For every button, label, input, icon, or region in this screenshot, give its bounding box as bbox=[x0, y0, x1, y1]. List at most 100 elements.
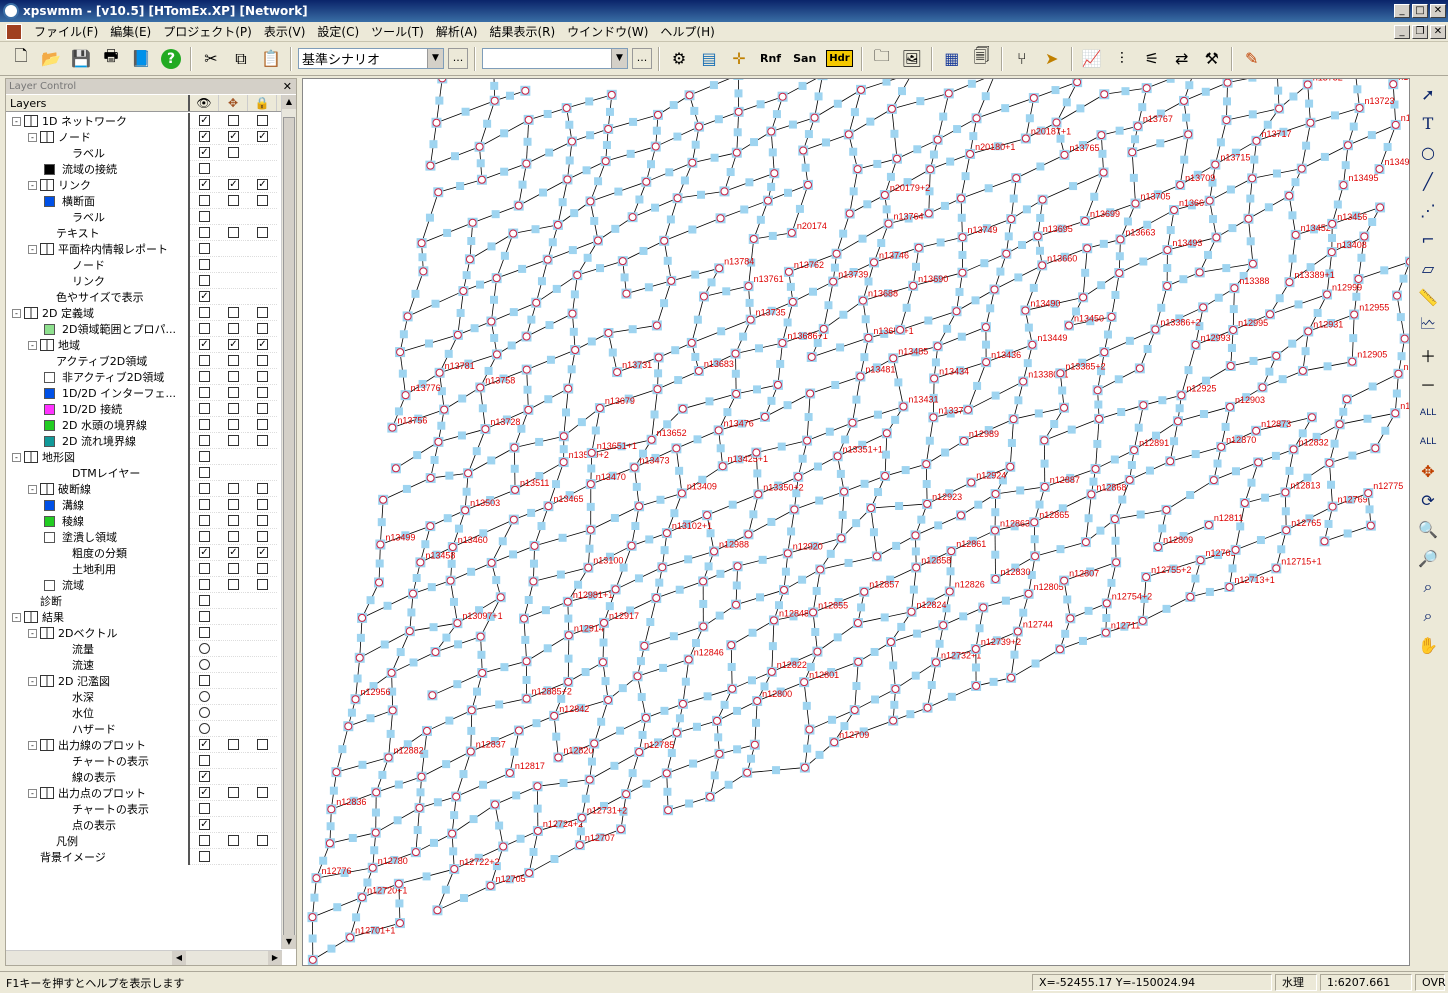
network-node[interactable] bbox=[787, 228, 796, 237]
layer-row[interactable]: 2D 流れ境界線 bbox=[6, 433, 282, 449]
select-arrow-icon[interactable]: ➚ bbox=[1415, 81, 1441, 107]
network-node[interactable] bbox=[784, 267, 793, 276]
layer-row[interactable]: - 地域 ✓ ✓ ✓ bbox=[6, 337, 282, 353]
network-node[interactable] bbox=[1354, 274, 1363, 283]
visibility-checkbox[interactable] bbox=[199, 419, 210, 430]
link-marker[interactable] bbox=[693, 435, 702, 444]
link-marker[interactable] bbox=[1226, 185, 1235, 194]
link-marker[interactable] bbox=[601, 677, 610, 686]
color-swatch[interactable] bbox=[44, 195, 55, 207]
network-node[interactable] bbox=[769, 616, 778, 625]
link-marker[interactable] bbox=[889, 661, 898, 670]
network-node[interactable] bbox=[1056, 369, 1065, 378]
network-node[interactable] bbox=[931, 658, 940, 667]
link-marker[interactable] bbox=[646, 617, 655, 626]
scroll-up-icon[interactable]: ▲ bbox=[282, 95, 296, 109]
link-marker[interactable] bbox=[838, 510, 847, 519]
link-marker[interactable] bbox=[740, 205, 749, 214]
link-marker[interactable] bbox=[487, 242, 496, 251]
scenario-select[interactable]: 基準シナリオ ▼ bbox=[298, 48, 444, 69]
network-node[interactable] bbox=[956, 511, 965, 520]
link-marker[interactable] bbox=[1035, 500, 1044, 509]
network-node[interactable] bbox=[595, 404, 604, 413]
network-node[interactable] bbox=[1030, 518, 1039, 527]
network-node[interactable] bbox=[1272, 564, 1281, 573]
network-node[interactable] bbox=[1281, 488, 1290, 497]
help-icon[interactable]: ? bbox=[159, 47, 183, 71]
link-marker[interactable] bbox=[616, 726, 625, 735]
link-marker[interactable] bbox=[1094, 400, 1103, 409]
network-node[interactable] bbox=[816, 565, 825, 574]
link-marker[interactable] bbox=[444, 349, 453, 358]
link-marker[interactable] bbox=[1036, 162, 1045, 171]
network-node[interactable] bbox=[1199, 303, 1208, 312]
layer-row[interactable]: 流域 bbox=[6, 577, 282, 593]
link-marker[interactable] bbox=[693, 315, 702, 324]
link-marker[interactable] bbox=[939, 112, 948, 121]
link-marker[interactable] bbox=[308, 934, 317, 943]
link-marker[interactable] bbox=[518, 264, 527, 273]
link-marker[interactable] bbox=[981, 92, 990, 101]
link-marker[interactable] bbox=[973, 381, 982, 390]
network-node[interactable] bbox=[964, 405, 973, 414]
link-marker[interactable] bbox=[1365, 505, 1374, 514]
link-marker[interactable] bbox=[1272, 169, 1281, 178]
link-marker[interactable] bbox=[857, 603, 866, 612]
link-marker[interactable] bbox=[454, 524, 463, 533]
network-node[interactable] bbox=[1223, 79, 1232, 87]
link-marker[interactable] bbox=[935, 639, 944, 648]
link-marker[interactable] bbox=[587, 757, 596, 766]
expand-collapse-icon[interactable]: - bbox=[28, 132, 37, 142]
lock-checkbox[interactable]: ✓ bbox=[257, 339, 268, 350]
layer-row[interactable]: 粗度の分類 ✓ ✓ ✓ bbox=[6, 545, 282, 561]
network-node[interactable] bbox=[432, 118, 441, 127]
movable-checkbox[interactable]: ✓ bbox=[228, 131, 239, 142]
movable-checkbox[interactable] bbox=[228, 787, 239, 798]
network-node[interactable] bbox=[1107, 312, 1116, 321]
expand-collapse-icon[interactable]: - bbox=[12, 612, 21, 622]
network-node[interactable] bbox=[715, 749, 724, 758]
network-node[interactable] bbox=[564, 631, 573, 640]
layer-label[interactable]: 2D 氾濫図 bbox=[58, 673, 110, 689]
link-marker[interactable] bbox=[487, 456, 496, 465]
link-marker[interactable] bbox=[380, 640, 389, 649]
network-node[interactable] bbox=[476, 632, 485, 641]
link-marker[interactable] bbox=[722, 287, 731, 296]
link-marker[interactable] bbox=[1007, 438, 1016, 447]
link-marker[interactable] bbox=[467, 567, 476, 576]
link-marker[interactable] bbox=[1175, 404, 1184, 413]
link-marker[interactable] bbox=[1236, 522, 1245, 531]
link-marker[interactable] bbox=[1249, 356, 1258, 365]
link-marker[interactable] bbox=[1278, 375, 1287, 384]
link-marker[interactable] bbox=[1102, 614, 1111, 623]
network-node[interactable] bbox=[715, 264, 724, 273]
network-node[interactable] bbox=[731, 349, 740, 358]
network-node[interactable] bbox=[1052, 118, 1061, 127]
visibility-checkbox[interactable] bbox=[199, 195, 210, 206]
network-node[interactable] bbox=[952, 307, 961, 316]
network-node[interactable] bbox=[947, 547, 956, 556]
network-node[interactable] bbox=[477, 175, 486, 184]
network-node[interactable] bbox=[452, 792, 461, 801]
network-node[interactable] bbox=[1371, 444, 1380, 453]
network-node[interactable] bbox=[1081, 538, 1090, 547]
link-marker[interactable] bbox=[691, 352, 700, 361]
network-node[interactable] bbox=[510, 443, 519, 452]
movable-checkbox[interactable] bbox=[228, 387, 239, 398]
network-node[interactable] bbox=[568, 309, 577, 318]
link-marker[interactable] bbox=[758, 555, 767, 564]
color-swatch[interactable] bbox=[44, 515, 55, 527]
link-marker[interactable] bbox=[836, 469, 845, 478]
layer-label[interactable]: 2D 水頭の境界線 bbox=[62, 417, 147, 433]
network-node[interactable] bbox=[685, 91, 694, 100]
network-node[interactable] bbox=[1007, 673, 1016, 682]
network-node[interactable] bbox=[358, 613, 367, 622]
open-folder-icon[interactable]: 📂 bbox=[39, 47, 63, 71]
network-node[interactable] bbox=[706, 792, 715, 801]
link-marker[interactable] bbox=[506, 91, 515, 100]
link-marker[interactable] bbox=[1301, 347, 1310, 356]
link-marker[interactable] bbox=[430, 838, 439, 847]
visibility-checkbox[interactable] bbox=[199, 211, 210, 222]
link-marker[interactable] bbox=[602, 141, 611, 150]
layer-row[interactable]: 水位 bbox=[6, 705, 282, 721]
